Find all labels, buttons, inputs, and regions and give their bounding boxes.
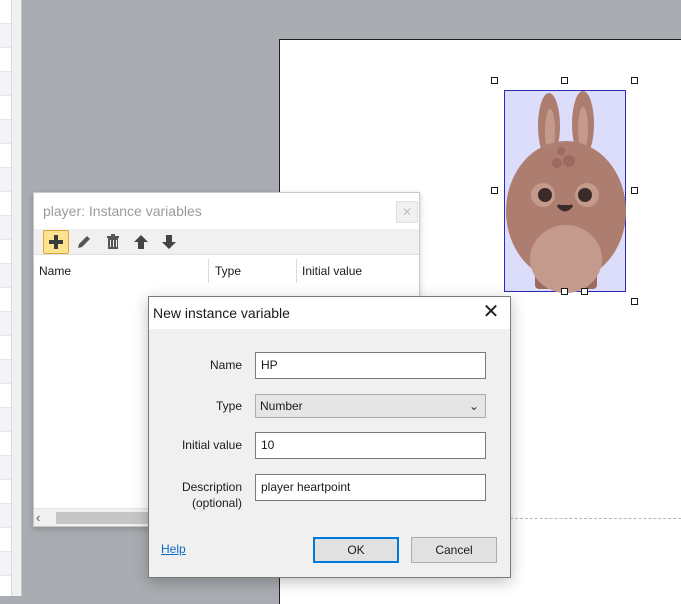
panel-title-bar[interactable]: player: Instance variables ✕ [34,193,419,229]
column-header-type[interactable]: Type [215,259,241,283]
name-label: Name [209,358,242,372]
panel-close-button[interactable]: ✕ [396,201,418,223]
column-divider[interactable] [208,259,209,283]
resize-handle[interactable] [581,288,588,295]
type-select-value: Number [260,399,303,413]
edit-variable-button[interactable] [71,230,97,254]
player-sprite-selection[interactable] [504,90,626,293]
description-label: Description [181,480,242,494]
resize-handle[interactable] [631,298,638,305]
new-instance-variable-dialog: New instance variable ✕ Name HP Type Num… [148,296,511,578]
name-field[interactable]: HP [255,352,486,379]
cancel-button[interactable]: Cancel [411,537,497,563]
resize-handle[interactable] [561,288,568,295]
column-divider[interactable] [296,259,297,283]
panel-toolbar [34,229,419,255]
move-up-icon [134,235,148,249]
initial-value-label: Initial value [181,438,242,452]
type-label: Type [215,399,242,413]
delete-variable-button[interactable] [100,230,126,254]
resize-handle[interactable] [631,77,638,84]
properties-strip [0,0,22,596]
initial-value-field[interactable]: 10 [255,432,486,459]
column-header-name[interactable]: Name [39,259,71,283]
resize-handle[interactable] [491,77,498,84]
help-link[interactable]: Help [161,542,186,556]
description-optional-label: (optional) [191,496,242,510]
edit-icon [78,236,90,248]
panel-title: player: Instance variables [43,203,202,219]
delete-icon [107,234,119,249]
scrollbar-thumb[interactable] [56,512,156,524]
layout-boundary-line [510,518,681,519]
dialog-close-button[interactable]: ✕ [478,301,504,325]
resize-handle[interactable] [491,187,498,194]
resize-handle[interactable] [631,187,638,194]
column-header-initial-value[interactable]: Initial value [302,259,362,283]
type-select[interactable]: Number ⌄ [255,394,486,418]
description-field[interactable]: player heartpoint [255,474,486,501]
move-down-icon [162,235,176,249]
scroll-left-icon[interactable]: ‹ [36,510,40,525]
vertical-scrollbar[interactable] [11,0,21,596]
add-variable-button[interactable] [43,230,69,254]
add-icon [49,235,63,249]
chevron-down-icon: ⌄ [468,399,479,413]
ok-button[interactable]: OK [313,537,399,563]
resize-handle[interactable] [561,77,568,84]
move-down-button[interactable] [156,230,182,254]
dialog-title-bar[interactable]: New instance variable ✕ [149,297,510,329]
bunny-character-icon [506,91,626,293]
move-up-button[interactable] [128,230,154,254]
close-icon: ✕ [401,205,413,219]
close-icon: ✕ [482,301,500,323]
dialog-title: New instance variable [153,305,290,321]
